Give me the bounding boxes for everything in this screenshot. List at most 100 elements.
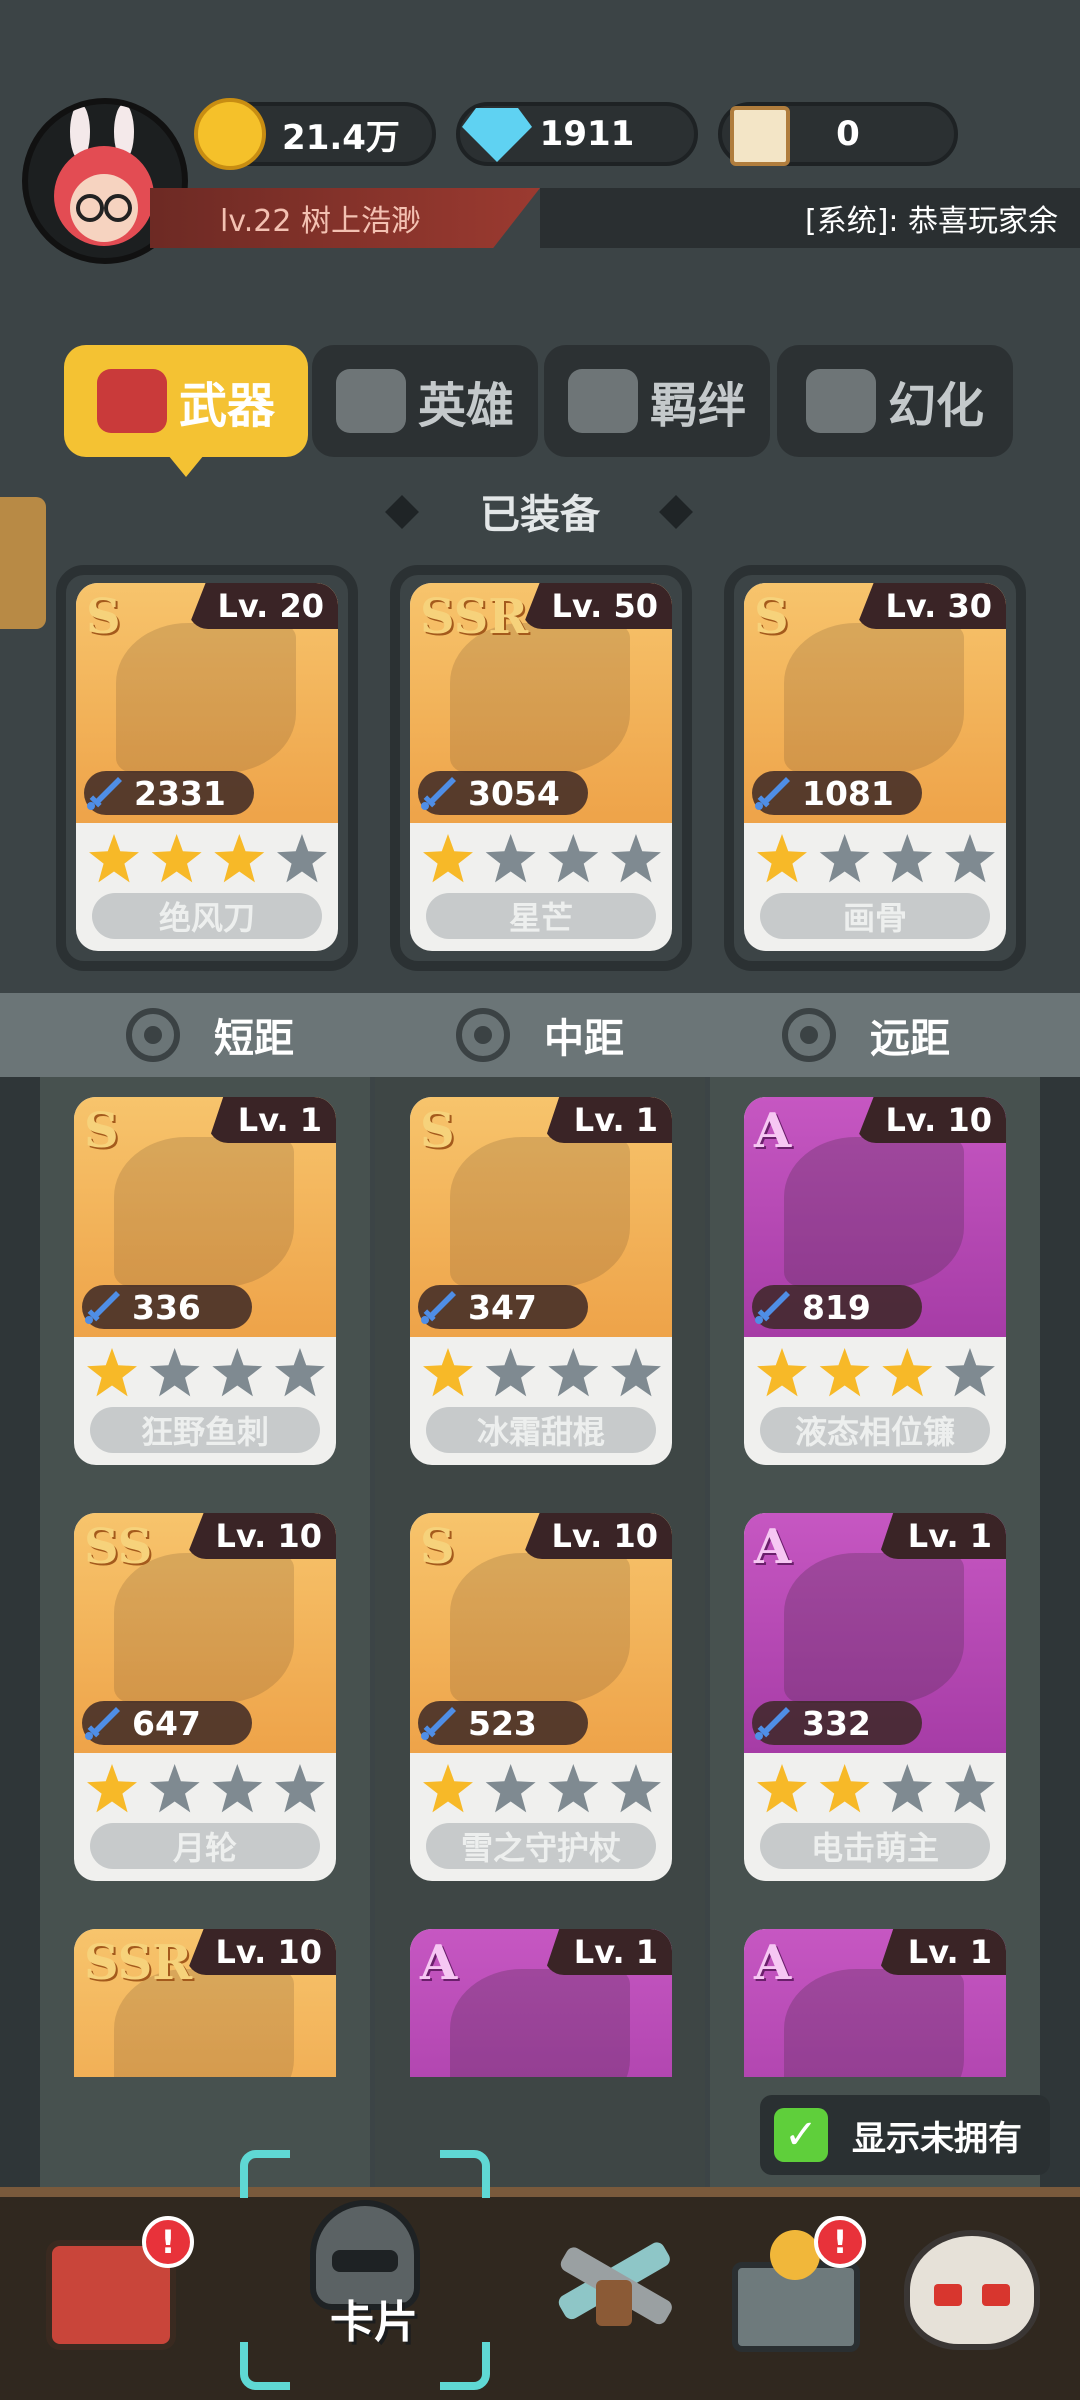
plug-icon <box>784 1553 964 1703</box>
weapon-art: S Lv. 10 523 <box>410 1513 672 1753</box>
rarity-label: S <box>420 1519 455 1575</box>
star-icon <box>882 834 933 883</box>
scythe-icon <box>784 1137 964 1287</box>
tab-transform[interactable]: 幻化 <box>777 345 1013 457</box>
moon-blade-icon <box>114 1553 294 1703</box>
fishbone-icon <box>114 1137 294 1287</box>
scroll-counter[interactable]: 0 <box>718 102 958 166</box>
transform-tab-icon <box>805 369 876 433</box>
whip-icon <box>784 623 964 773</box>
sword-icon <box>752 773 792 813</box>
power-value: 523 <box>418 1701 588 1745</box>
diamond-icon <box>462 108 532 162</box>
weapon-card[interactable]: S Lv. 20 2331 绝风刀 <box>76 583 338 951</box>
weapon-name: 星芒 <box>426 893 656 939</box>
weapon-card[interactable]: S Lv. 1 336 狂野鱼刺 <box>74 1097 336 1465</box>
star-icon <box>757 1764 807 1813</box>
power-number: 1081 <box>802 773 894 813</box>
power-number: 347 <box>468 1287 537 1327</box>
star-rating <box>756 833 996 885</box>
star-icon <box>819 834 870 883</box>
weapon-card[interactable]: SS Lv. 10 647 月轮 <box>74 1513 336 1881</box>
sword-icon <box>752 1703 792 1743</box>
star-icon <box>882 1764 933 1813</box>
weapon-art: SS Lv. 10 647 <box>74 1513 336 1753</box>
sword-icon <box>418 773 458 813</box>
weapon-art: SSR Lv. 50 3054 <box>410 583 672 823</box>
notification-badge: ! <box>814 2216 866 2268</box>
rarity-label: A <box>420 1935 458 1991</box>
level-tag: Lv. 10 <box>185 1929 336 1975</box>
star-rating <box>88 833 328 885</box>
star-icon <box>611 1764 661 1813</box>
star-icon <box>423 1348 473 1397</box>
weapon-name: 绝风刀 <box>92 893 322 939</box>
star-icon <box>212 1348 263 1397</box>
star-icon <box>819 1764 870 1813</box>
skull-eye <box>934 2284 962 2306</box>
star-icon <box>757 834 807 883</box>
weapon-card[interactable]: SSR Lv. 50 3054 星芒 <box>410 583 672 951</box>
nav-battle[interactable] <box>536 2210 686 2370</box>
star-rating <box>756 1347 996 1399</box>
star-rating <box>422 833 662 885</box>
nav-treasure[interactable]: ! <box>724 2210 874 2370</box>
show-unowned-toggle[interactable]: ✓ 显示未拥有 <box>760 2095 1050 2175</box>
star-icon <box>212 1764 263 1813</box>
weapon-list[interactable]: S Lv. 1 336 狂野鱼刺 S Lv. 1 347 冰霜甜棍 A Lv. 10 819 液态相位… <box>0 1077 1080 2077</box>
star-icon <box>277 834 327 883</box>
power-value: 3054 <box>418 771 588 815</box>
diamond-counter[interactable]: 1911 <box>456 102 698 166</box>
power-number: 332 <box>802 1703 871 1743</box>
rarity-label: S <box>84 1103 119 1159</box>
sword-icon <box>82 1703 122 1743</box>
rarity-label: SSR <box>420 589 529 645</box>
weapon-art: S Lv. 1 336 <box>74 1097 336 1337</box>
weapon-card[interactable]: S Lv. 10 523 雪之守护杖 <box>410 1513 672 1881</box>
sword-icon <box>418 1703 458 1743</box>
nav-shop[interactable]: ! <box>36 2210 194 2370</box>
weapon-name: 狂野鱼刺 <box>90 1407 320 1453</box>
weapon-card[interactable]: A Lv. 10 819 液态相位镰 <box>744 1097 1006 1465</box>
gold-counter[interactable]: 21.4万 <box>194 98 436 170</box>
level-tag: Lv. 1 <box>207 1097 336 1143</box>
bone-sword-icon <box>784 1969 964 2077</box>
tab-heroes[interactable]: 英雄 <box>312 345 538 457</box>
scroll-icon <box>730 106 790 166</box>
weapon-card[interactable]: S Lv. 30 1081 画骨 <box>744 583 1006 951</box>
star-icon <box>485 834 536 883</box>
star-rating <box>86 1763 326 1815</box>
nav-boss[interactable] <box>898 2210 1048 2370</box>
power-number: 2331 <box>134 773 226 813</box>
star-icon <box>149 1348 200 1397</box>
weapon-name: 电击萌主 <box>760 1823 990 1869</box>
weapon-name: 画骨 <box>760 893 990 939</box>
weapon-card[interactable]: SSR Lv. 10 <box>74 1929 336 2077</box>
skull-eye <box>982 2284 1010 2306</box>
weapon-tab-icon <box>96 369 167 433</box>
nav-cards[interactable]: 卡片 <box>290 2180 440 2380</box>
hero-tab-icon <box>335 369 406 433</box>
weapon-art: S Lv. 30 1081 <box>744 583 1006 823</box>
rarity-label: S <box>420 1103 455 1159</box>
star-icon <box>548 834 599 883</box>
gold-pile-icon <box>770 2230 820 2280</box>
weapon-card[interactable]: A Lv. 1 <box>410 1929 672 2077</box>
level-tag: Lv. 50 <box>521 583 672 629</box>
tab-weapons[interactable]: 武器 <box>64 345 308 457</box>
tab-bonds[interactable]: 羁绊 <box>544 345 770 457</box>
power-number: 336 <box>132 1287 201 1327</box>
level-tag: Lv. 10 <box>855 1097 1006 1143</box>
power-value: 332 <box>752 1701 922 1745</box>
star-icon <box>87 1764 137 1813</box>
level-tag: Lv. 1 <box>877 1513 1006 1559</box>
power-value: 336 <box>82 1285 252 1329</box>
star-icon <box>485 1764 536 1813</box>
weapon-card[interactable]: S Lv. 1 347 冰霜甜棍 <box>410 1097 672 1465</box>
checkbox-checked-icon[interactable]: ✓ <box>774 2108 828 2162</box>
power-number: 819 <box>802 1287 871 1327</box>
range-medium: 中距 <box>456 993 624 1077</box>
weapon-card[interactable]: A Lv. 1 <box>744 1929 1006 2077</box>
weapon-card[interactable]: A Lv. 1 332 电击萌主 <box>744 1513 1006 1881</box>
weapon-name: 冰霜甜棍 <box>426 1407 656 1453</box>
